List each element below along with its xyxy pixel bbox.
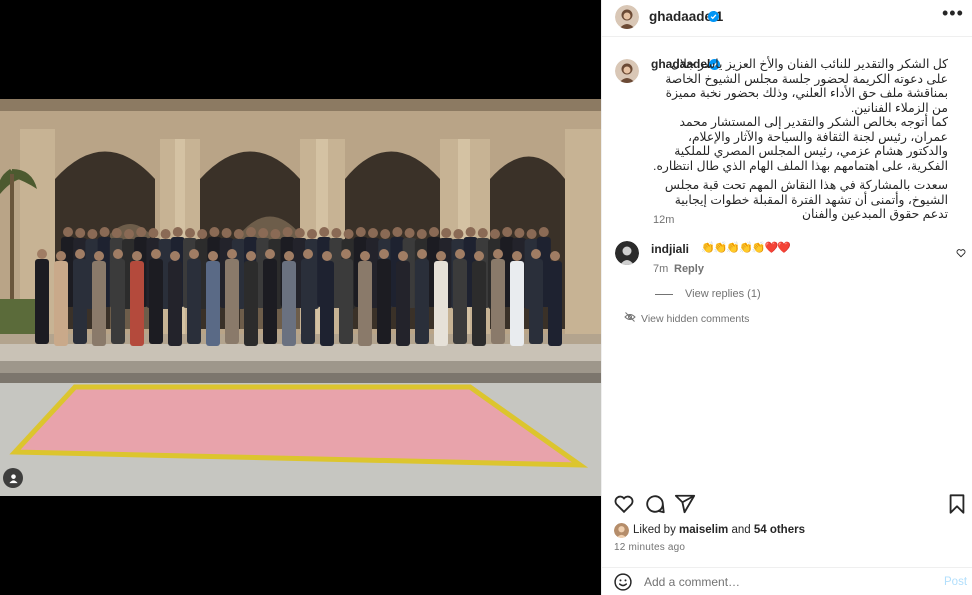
caption-paragraph-1: كل الشكر والتقدير للنائب الفنان والأخ ال… xyxy=(665,57,948,115)
post-comment-button[interactable]: Post xyxy=(944,576,967,588)
likes-middle: and xyxy=(728,524,754,536)
verified-badge-icon xyxy=(708,11,719,22)
more-options-icon[interactable]: ••• xyxy=(942,4,964,24)
comment-icon[interactable] xyxy=(644,493,666,515)
caption-paragraph-2: كما أتوجه بخالص الشكر والتقدير إلى المست… xyxy=(653,115,948,173)
caption-paragraph-3: سعدت بالمشاركة في هذا النقاش المهم تحت ق… xyxy=(664,178,948,222)
comment-text: 👏👏👏👏👏❤️❤️ xyxy=(701,241,791,254)
author-avatar[interactable] xyxy=(615,5,639,29)
view-hidden-comments-button[interactable]: View hidden comments xyxy=(641,313,749,325)
likes-summary: Liked by maiselim and 54 others xyxy=(602,521,972,541)
bookmark-icon[interactable] xyxy=(946,493,968,515)
post-time-ago[interactable]: 12 minutes ago xyxy=(614,542,685,553)
post-actions-bar xyxy=(602,490,972,518)
comment-timestamp[interactable]: 7m xyxy=(653,263,668,275)
post-media xyxy=(0,0,601,595)
reply-button[interactable]: Reply xyxy=(674,263,704,275)
liker-avatar[interactable] xyxy=(614,523,629,538)
likes-text[interactable]: Liked by maiselim and 54 others xyxy=(633,524,805,536)
comments-list: ghadaadel1 كل الشكر والتقدير للنائب الفن… xyxy=(602,38,972,490)
heart-icon[interactable] xyxy=(613,493,635,515)
comment-like-heart-icon[interactable] xyxy=(956,248,966,258)
replies-divider xyxy=(655,294,673,295)
caption-timestamp[interactable]: 12m xyxy=(653,214,674,226)
share-icon[interactable] xyxy=(674,493,696,515)
caption-author-avatar[interactable] xyxy=(615,59,639,83)
emoji-icon[interactable] xyxy=(613,572,633,592)
comment-input[interactable] xyxy=(644,574,924,590)
likes-prefix: Liked by xyxy=(633,524,680,536)
liker-username[interactable]: maiselim xyxy=(679,524,728,536)
post-side-panel: ghadaadel1 ••• ghadaadel1 كل الشكر والتق… xyxy=(601,0,972,595)
post-header: ghadaadel1 ••• xyxy=(602,0,972,37)
user-tag-icon[interactable] xyxy=(3,468,23,488)
add-comment-bar: Post xyxy=(602,567,972,595)
view-replies-button[interactable]: View replies (1) xyxy=(685,288,761,300)
commenter-avatar[interactable] xyxy=(615,241,639,265)
hidden-eye-icon xyxy=(624,312,636,322)
likes-count[interactable]: 54 others xyxy=(754,524,805,536)
commenter-username[interactable]: indjiali xyxy=(651,242,689,256)
post-photo[interactable] xyxy=(0,99,601,496)
